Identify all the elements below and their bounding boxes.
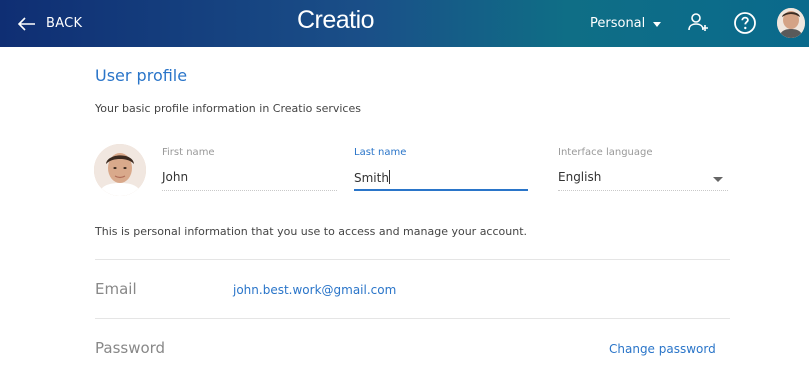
last-name-input[interactable]: Smith bbox=[354, 170, 528, 186]
top-bar: BACK Creatio Personal bbox=[0, 0, 809, 47]
email-label: Email bbox=[95, 280, 137, 298]
person-photo-icon bbox=[94, 144, 146, 196]
first-name-input[interactable]: John bbox=[162, 170, 337, 186]
user-add-icon[interactable] bbox=[686, 11, 710, 35]
persona-dropdown[interactable]: Personal bbox=[590, 0, 662, 47]
divider bbox=[95, 318, 730, 319]
profile-photo[interactable] bbox=[94, 144, 146, 196]
user-avatar[interactable] bbox=[777, 8, 805, 38]
text-cursor bbox=[388, 170, 390, 184]
persona-label: Personal bbox=[590, 16, 646, 31]
avatar-icon bbox=[777, 8, 805, 38]
interface-language-label: Interface language bbox=[558, 147, 653, 158]
personal-info-note: This is personal information that you us… bbox=[95, 225, 528, 238]
last-name-value: Smith bbox=[354, 171, 389, 185]
change-password-link[interactable]: Change password bbox=[609, 342, 716, 356]
back-label: BACK bbox=[46, 16, 83, 31]
creatio-logo: Creatio bbox=[297, 6, 375, 34]
page-subtitle: Your basic profile information in Creati… bbox=[95, 102, 361, 115]
page-title: User profile bbox=[95, 66, 188, 85]
back-button[interactable]: BACK bbox=[18, 0, 82, 47]
last-name-field[interactable]: Last name Smith bbox=[354, 147, 528, 191]
last-name-underline bbox=[354, 189, 528, 191]
first-name-field[interactable]: First name John bbox=[162, 147, 337, 191]
last-name-label: Last name bbox=[354, 147, 407, 158]
password-label: Password bbox=[95, 339, 166, 357]
interface-language-value: English bbox=[558, 170, 602, 184]
chevron-down-icon bbox=[653, 22, 662, 27]
email-value-link[interactable]: john.best.work@gmail.com bbox=[233, 283, 396, 297]
first-name-underline bbox=[162, 190, 337, 191]
chevron-down-icon[interactable] bbox=[713, 177, 723, 182]
language-underline bbox=[558, 190, 728, 191]
divider bbox=[95, 259, 730, 260]
help-icon[interactable] bbox=[733, 11, 757, 35]
first-name-label: First name bbox=[162, 147, 215, 158]
back-arrow-icon bbox=[18, 16, 35, 31]
interface-language-select[interactable]: Interface language English bbox=[558, 147, 728, 191]
